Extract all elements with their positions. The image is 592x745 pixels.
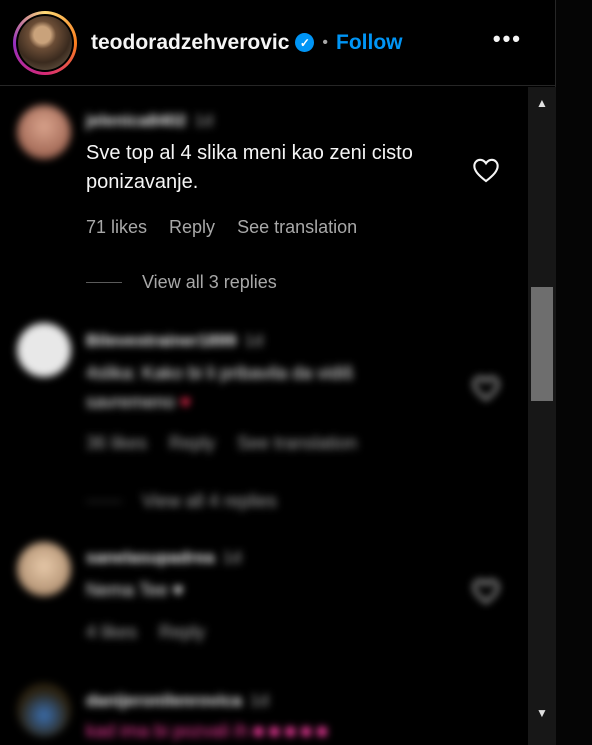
comment-username[interactable]: jelenica8402 bbox=[86, 111, 186, 130]
profile-avatar[interactable] bbox=[18, 15, 72, 70]
outer-backdrop bbox=[556, 0, 592, 745]
comment-time: 1d bbox=[249, 691, 269, 710]
comment-meta: 4 likes Reply bbox=[86, 622, 205, 643]
comment-username[interactable]: Bilevestrainer1899 bbox=[86, 331, 236, 350]
comment-meta: 36 likes Reply See translation bbox=[86, 433, 357, 454]
replies-line bbox=[86, 282, 122, 283]
comment-username[interactable]: danijeronilenrovica bbox=[86, 691, 242, 710]
like-heart-icon[interactable] bbox=[472, 375, 500, 401]
comment-text: Nema Tee ♥ bbox=[86, 576, 446, 605]
comment-text-content: Nema Tee bbox=[86, 580, 168, 600]
comment-username-row[interactable]: Bilevestrainer1899 1d bbox=[86, 331, 263, 351]
likes-count[interactable]: 4 likes bbox=[86, 622, 137, 643]
view-replies-label[interactable]: View all 4 replies bbox=[142, 491, 277, 512]
instagram-post-panel: teodoradzehverovic ✓ • Follow ••• jeleni… bbox=[0, 0, 556, 745]
white-heart-emoji: ♥ bbox=[172, 580, 184, 600]
comment-text: kad ima bi pozvali ih ■ ■ ■ ■ ■ bbox=[86, 717, 466, 745]
scrollbar-thumb[interactable] bbox=[531, 287, 553, 401]
follow-button[interactable]: Follow bbox=[336, 31, 403, 55]
avatar-border bbox=[16, 13, 74, 72]
commenter-avatar[interactable] bbox=[17, 105, 71, 159]
comment-time: 1d bbox=[244, 331, 264, 350]
comment-text-content: kad ima bi pozvali ih ■ ■ ■ ■ ■ bbox=[86, 721, 328, 741]
comment-text: 4slika: Kako bi li pribavila da vidiš sa… bbox=[86, 359, 446, 417]
more-options-icon[interactable]: ••• bbox=[493, 26, 522, 52]
vertical-scrollbar[interactable]: ▲ ▼ bbox=[528, 87, 556, 745]
comment-username-row[interactable]: danijeronilenrovica 1d bbox=[86, 691, 269, 711]
verified-badge-icon: ✓ bbox=[295, 33, 315, 52]
commenter-avatar[interactable] bbox=[17, 323, 71, 377]
replies-line bbox=[86, 501, 122, 502]
comments-list[interactable]: jelenica8402 1d Sve top al 4 slika meni k… bbox=[0, 87, 528, 745]
comment-time: 1d bbox=[194, 111, 214, 130]
comment-username-row[interactable]: jelenica8402 1d bbox=[86, 111, 213, 131]
comment-text: Sve top al 4 slika meni kao zeni cisto p… bbox=[86, 142, 413, 193]
reply-link[interactable]: Reply bbox=[169, 433, 215, 454]
see-translation-link[interactable]: See translation bbox=[237, 433, 357, 454]
scroll-up-arrow-icon[interactable]: ▲ bbox=[528, 89, 556, 117]
scroll-down-arrow-icon[interactable]: ▼ bbox=[528, 699, 556, 727]
reply-link[interactable]: Reply bbox=[169, 217, 215, 238]
header-username[interactable]: teodoradzehverovic bbox=[91, 31, 289, 55]
commenter-avatar[interactable] bbox=[17, 542, 71, 596]
view-replies-label[interactable]: View all 3 replies bbox=[142, 272, 277, 293]
reply-link[interactable]: Reply bbox=[159, 622, 205, 643]
comment-username-row[interactable]: sanelasupadrea 1d bbox=[86, 548, 241, 568]
commenter-avatar[interactable] bbox=[17, 683, 71, 737]
story-ring[interactable] bbox=[13, 10, 77, 75]
post-header: teodoradzehverovic ✓ • Follow ••• bbox=[0, 0, 556, 86]
likes-count[interactable]: 36 likes bbox=[86, 433, 147, 454]
see-translation-link[interactable]: See translation bbox=[237, 217, 357, 238]
comment-username[interactable]: sanelasupadrea bbox=[86, 548, 215, 567]
like-heart-icon[interactable] bbox=[472, 157, 500, 183]
comment-time: 1d bbox=[222, 548, 242, 567]
view-replies-button[interactable]: View all 3 replies bbox=[86, 272, 277, 293]
red-heart-emoji: ♥ bbox=[180, 392, 191, 412]
comment-meta: 71 likes Reply See translation bbox=[86, 217, 357, 238]
comment-text-content: 4slika: Kako bi li pribavila da vidiš sa… bbox=[86, 363, 354, 412]
header-separator: • bbox=[322, 33, 329, 51]
likes-count[interactable]: 71 likes bbox=[86, 217, 147, 238]
view-replies-button[interactable]: View all 4 replies bbox=[86, 491, 277, 512]
like-heart-icon[interactable] bbox=[472, 578, 500, 604]
